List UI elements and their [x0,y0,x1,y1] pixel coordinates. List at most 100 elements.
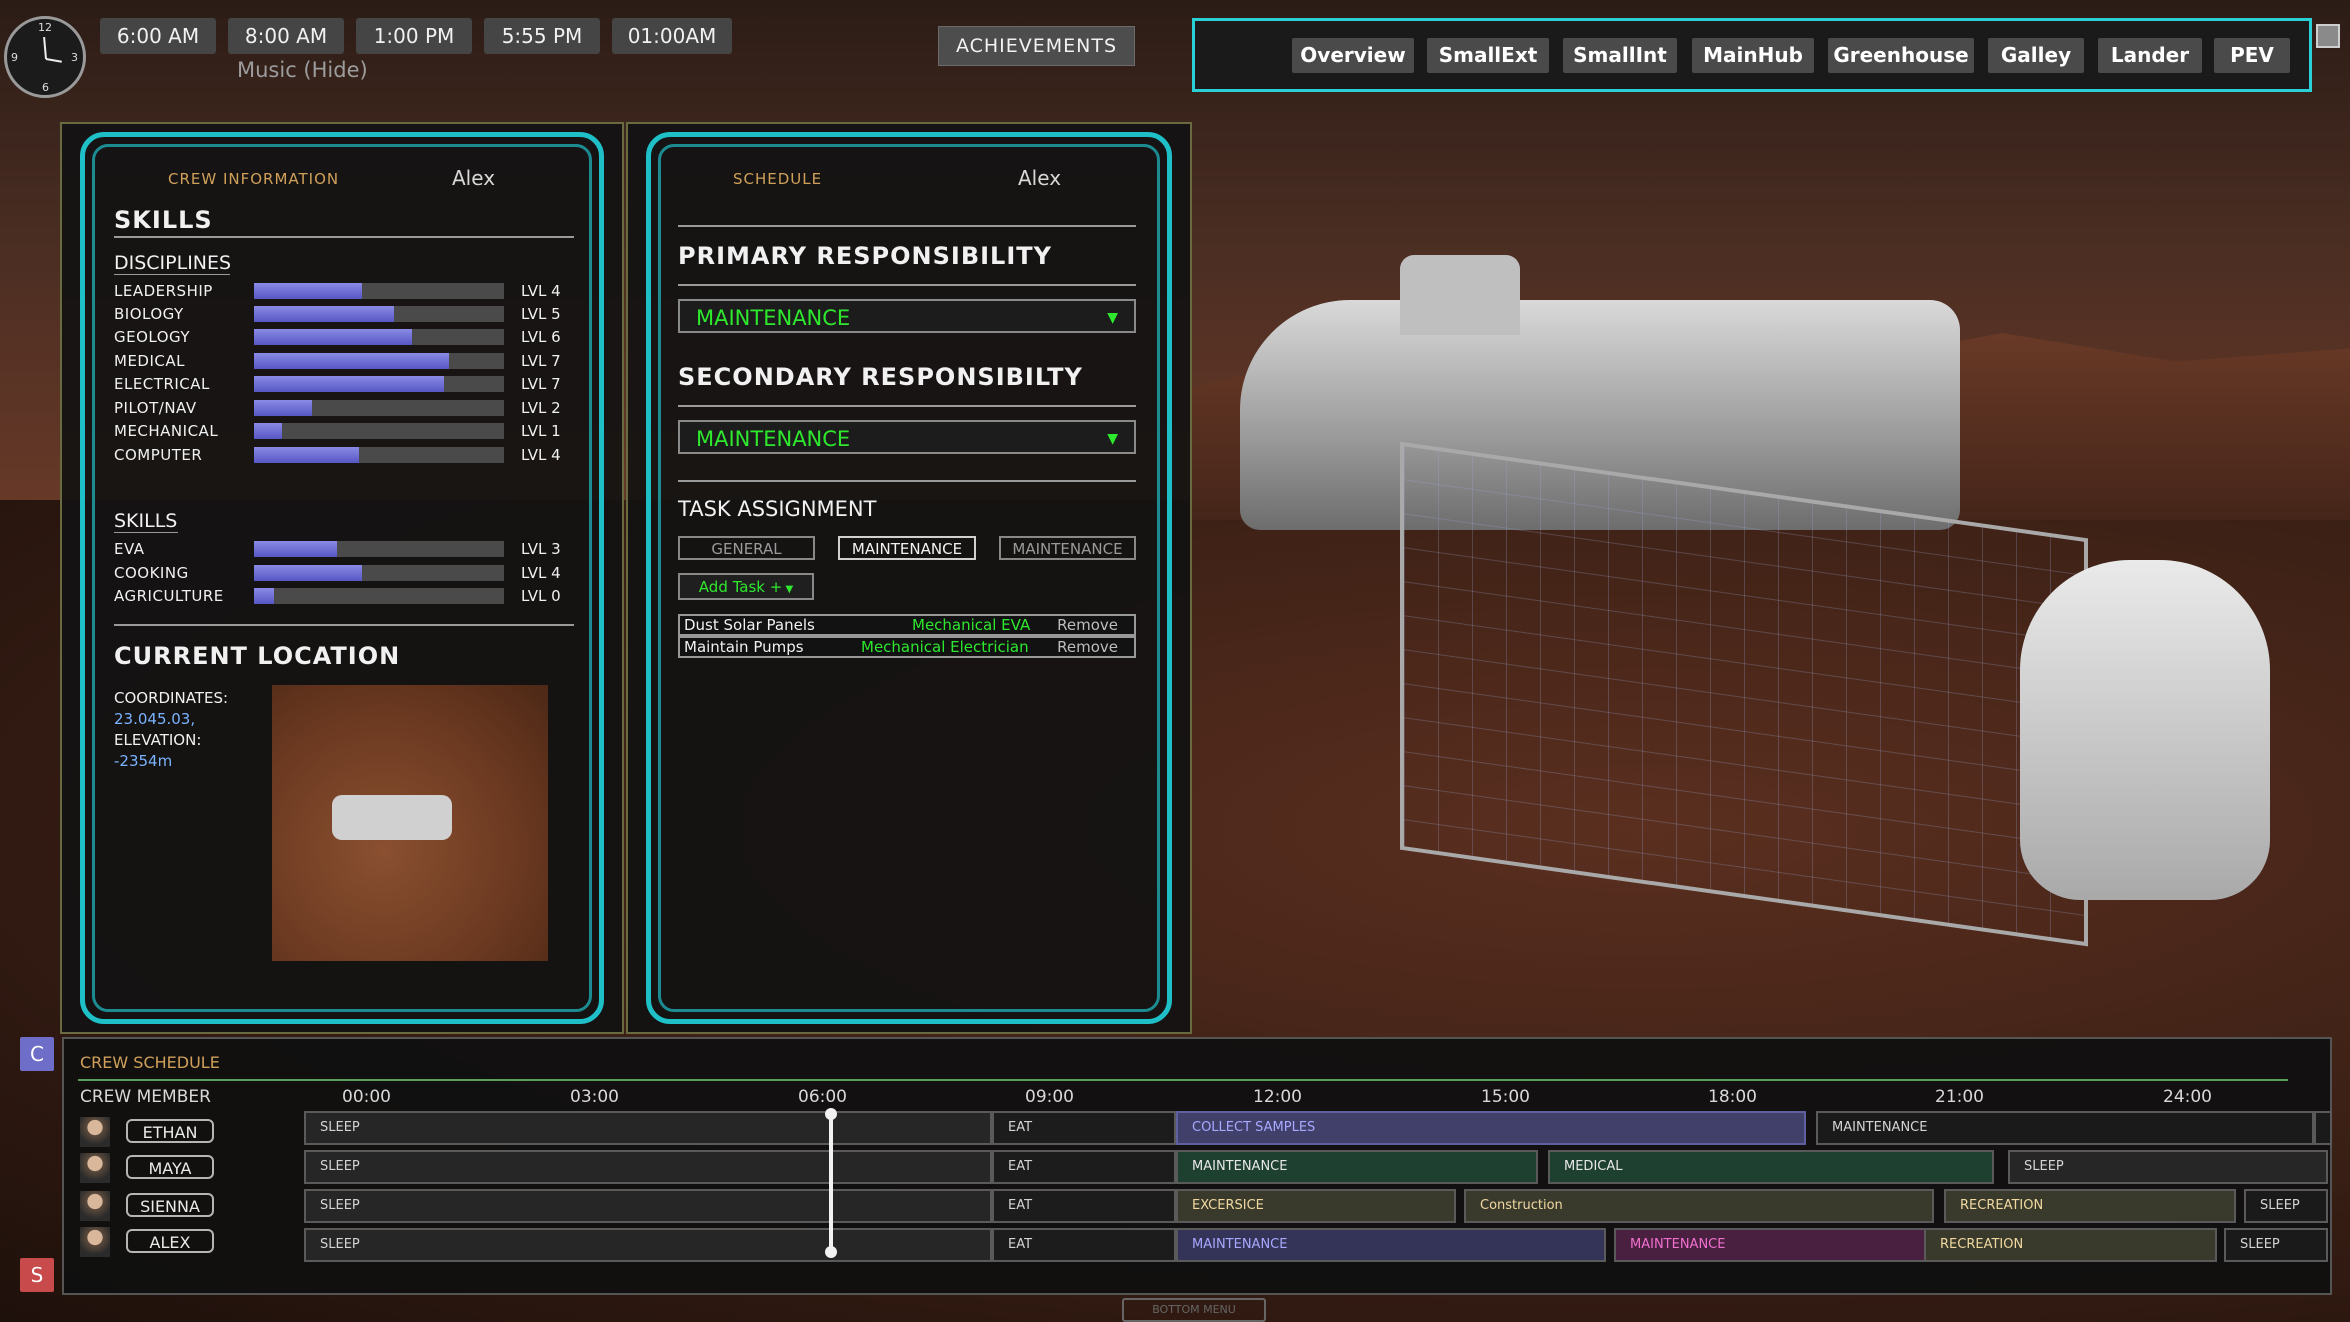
schedule-block-maintenance[interactable]: MAINTENANCE [1176,1150,1538,1184]
location-minimap[interactable] [272,685,548,961]
level-bar [254,353,504,369]
crew-member-ethan[interactable]: ETHAN [126,1119,214,1143]
remove-task-button[interactable]: Remove [1057,616,1118,634]
schedule-panel-title: SCHEDULE [733,170,823,188]
level-bar [254,400,504,416]
discipline-row-medical: MEDICAL LVL 7 [114,350,574,373]
skill-row-eva: EVA LVL 3 [114,538,574,561]
tab-maintenance-active[interactable]: MAINTENANCE [838,536,976,560]
schedule-block-exercise[interactable]: EXCERSICE [1176,1189,1456,1223]
level-text: LVL 3 [521,540,561,558]
schedule-block-maintenance[interactable]: MAINTENANCE [1816,1111,2314,1145]
schedule-block-sleep[interactable]: SLEEP [304,1111,992,1145]
location-greenhouse-button[interactable]: Greenhouse [1828,38,1974,73]
time-button-6am[interactable]: 6:00 AM [100,18,216,54]
chevron-down-icon: ▼ [782,584,794,595]
current-location-heading: CURRENT LOCATION [114,642,401,670]
skill-row-cooking: COOKING LVL 4 [114,562,574,585]
crew-member-alex[interactable]: ALEX [126,1229,214,1253]
skills-heading: SKILLS [114,206,213,234]
music-toggle[interactable]: Music (Hide) [237,58,368,82]
schedule-block-construction[interactable]: Construction [1464,1189,1934,1223]
discipline-row-biology: BIOLOGY LVL 5 [114,303,574,326]
time-label: 24:00 [2163,1087,2212,1107]
crew-member-maya[interactable]: MAYA [126,1155,214,1179]
time-label: 15:00 [1481,1087,1530,1107]
task-row: Dust Solar Panels Mechanical EVA Remove [678,614,1136,636]
time-button-1pm[interactable]: 1:00 PM [356,18,472,54]
time-button-1am[interactable]: 01:00AM [612,18,732,54]
schedule-block-maintenance[interactable]: MAINTENANCE [1614,1228,1976,1262]
schedule-block-empty[interactable] [2314,1111,2332,1145]
crew-member-sienna[interactable]: SIENNA [126,1193,214,1217]
add-task-button[interactable]: Add Task + ▼ [678,573,814,600]
location-pev-button[interactable]: PEV [2214,38,2290,73]
divider [114,274,230,275]
task-name: Dust Solar Panels [684,616,815,634]
avatar [80,1191,110,1221]
primary-responsibility-heading: PRIMARY RESPONSIBILITY [678,242,1053,270]
schedule-block-sleep[interactable]: SLEEP [304,1150,992,1184]
habitat-observation-tower [1400,255,1520,335]
achievements-button[interactable]: ACHIEVEMENTS [938,26,1135,66]
location-lander-button[interactable]: Lander [2098,38,2202,73]
task-row: Maintain Pumps Mechanical Electrician Re… [678,636,1136,658]
time-button-8am[interactable]: 8:00 AM [228,18,344,54]
crew-schedule-toggle-c[interactable]: C [20,1037,54,1071]
schedule-block-collect-samples[interactable]: COLLECT SAMPLES [1176,1111,1806,1145]
schedule-block-recreation[interactable]: RECREATION [1924,1228,2217,1262]
location-galley-button[interactable]: Galley [1988,38,2084,73]
clock-numeral-12: 12 [38,21,52,34]
schedule-block-sleep[interactable]: SLEEP [2244,1189,2328,1223]
schedule-block-sleep[interactable]: SLEEP [304,1228,992,1262]
discipline-row-electrical: ELECTRICAL LVL 7 [114,373,574,396]
coordinates-label: COORDINATES: [114,689,229,707]
remove-task-button[interactable]: Remove [1057,638,1118,656]
elevation-label: ELEVATION: [114,731,202,749]
schedule-block-sleep[interactable]: SLEEP [2008,1150,2328,1184]
schedule-block-eat[interactable]: EAT [992,1189,1176,1223]
clock-minute-hand [43,36,47,60]
location-readout: COORDINATES: 23.045.03, ELEVATION: -2354… [114,688,228,772]
time-label: 09:00 [1025,1087,1074,1107]
schedule-block-maintenance[interactable]: MAINTENANCE [1176,1228,1606,1262]
crew-schedule-heading: CREW SCHEDULE [80,1053,220,1072]
primary-responsibility-dropdown[interactable]: MAINTENANCE ▼ [678,299,1136,333]
secondary-responsibility-heading: SECONDARY RESPONSIBILTY [678,363,1083,391]
schedule-block-recreation[interactable]: RECREATION [1944,1189,2236,1223]
schedule-block-eat[interactable]: EAT [992,1111,1176,1145]
level-bar [254,283,504,299]
bottom-menu-button[interactable]: BOTTOM MENU [1122,1298,1266,1322]
schedule-block-sleep[interactable]: SLEEP [2224,1228,2328,1262]
tab-general[interactable]: GENERAL [678,536,815,560]
schedule-block-eat[interactable]: EAT [992,1228,1176,1262]
window-toggle-button[interactable] [2316,24,2340,48]
crew-schedule-toggle-s[interactable]: S [20,1258,54,1292]
divider [678,225,1136,227]
location-smallext-button[interactable]: SmallExt [1427,38,1549,73]
avatar [80,1117,110,1147]
skill-label: AGRICULTURE [114,587,224,605]
clock-hour-hand [45,58,62,63]
crew-panel-name: Alex [452,166,496,190]
schedule-panel-name: Alex [1018,166,1062,190]
task-tags: Mechanical EVA [912,616,1031,634]
analog-clock[interactable]: 12 3 6 9 [4,16,86,98]
location-smallint-button[interactable]: SmallInt [1563,38,1677,73]
location-mainhub-button[interactable]: MainHub [1692,38,1814,73]
location-overview-button[interactable]: Overview [1292,38,1414,73]
schedule-block-medical[interactable]: MEDICAL [1548,1150,1994,1184]
time-button-555pm[interactable]: 5:55 PM [484,18,600,54]
schedule-block-eat[interactable]: EAT [992,1150,1176,1184]
tab-maintenance[interactable]: MAINTENANCE [999,536,1136,560]
schedule-block-sleep[interactable]: SLEEP [304,1189,992,1223]
discipline-label: MECHANICAL [114,422,219,440]
divider [114,624,574,626]
discipline-row-mechanical: MECHANICAL LVL 1 [114,420,574,443]
secondary-responsibility-dropdown[interactable]: MAINTENANCE ▼ [678,420,1136,454]
level-bar [254,541,504,557]
avatar [80,1227,110,1257]
current-time-marker[interactable] [825,1108,837,1258]
level-text: LVL 2 [521,399,561,417]
skill-label: COOKING [114,564,189,582]
